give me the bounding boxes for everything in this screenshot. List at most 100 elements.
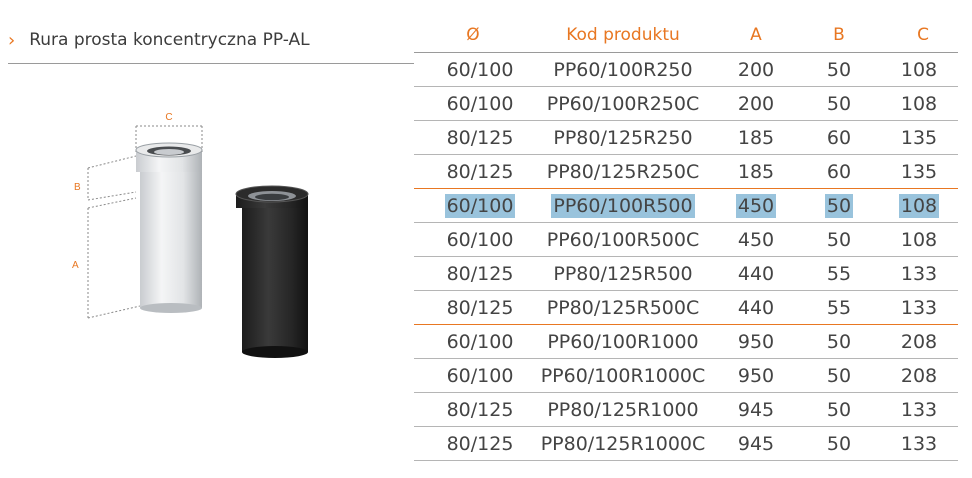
- cell-a: 200: [714, 87, 798, 120]
- cell-product-code-text: PP80/125R250: [553, 126, 693, 149]
- cell-diameter-text: 80/125: [446, 160, 514, 183]
- cell-b: 50: [798, 87, 880, 120]
- cell-a-text: 945: [737, 432, 775, 455]
- cell-c: 135: [880, 155, 958, 188]
- cell-a-text: 440: [737, 262, 775, 285]
- cell-a-text: 185: [737, 160, 775, 183]
- cell-a: 185: [714, 121, 798, 154]
- cell-diameter-text: 60/100: [446, 330, 514, 353]
- cell-diameter: 80/125: [414, 291, 532, 324]
- cell-product-code-text: PP60/100R1000: [547, 330, 699, 353]
- pipe-illustration: C B A: [72, 112, 309, 358]
- cell-a-text: 950: [737, 364, 775, 387]
- cell-product-code: PP60/100R1000: [532, 325, 714, 358]
- cell-product-code-text: PP60/100R250: [553, 58, 693, 81]
- cell-a: 950: [714, 359, 798, 392]
- cell-b-text: 50: [826, 58, 852, 81]
- cell-b-text: 50: [826, 330, 852, 353]
- cell-diameter: 80/125: [414, 121, 532, 154]
- table-row[interactable]: 60/100 PP60/100R250C 200 50 108: [414, 87, 958, 121]
- cell-product-code: PP60/100R500C: [532, 223, 714, 256]
- chevron-right-icon: ›: [8, 29, 16, 51]
- cell-c: 208: [880, 325, 958, 358]
- cell-diameter-text: 60/100: [446, 228, 514, 251]
- cell-b-text: 50: [826, 92, 852, 115]
- cell-diameter-text: 60/100: [446, 364, 514, 387]
- cell-a: 950: [714, 325, 798, 358]
- cell-b-text: 55: [826, 262, 852, 285]
- cell-diameter: 60/100: [414, 325, 532, 358]
- dimension-label-b: B: [74, 182, 81, 193]
- cell-diameter: 60/100: [414, 223, 532, 256]
- cell-b: 60: [798, 155, 880, 188]
- cell-b: 50: [798, 223, 880, 256]
- cell-b: 50: [798, 53, 880, 86]
- cell-a: 200: [714, 53, 798, 86]
- table-row[interactable]: 80/125 PP80/125R250 185 60 135: [414, 121, 958, 155]
- table-row[interactable]: 60/100 PP60/100R1000 950 50 208: [414, 325, 958, 359]
- cell-product-code: PP80/125R250: [532, 121, 714, 154]
- cell-product-code: PP60/100R500: [532, 189, 714, 222]
- table-row[interactable]: 80/125 PP80/125R1000C 945 50 133: [414, 427, 958, 461]
- table-row[interactable]: 60/100 PP60/100R500C 450 50 108: [414, 223, 958, 257]
- cell-b: 50: [798, 393, 880, 426]
- cell-diameter-text: 60/100: [446, 92, 514, 115]
- header-b: B: [833, 25, 845, 45]
- cell-product-code: PP80/125R500C: [532, 291, 714, 324]
- cell-a-text: 200: [737, 92, 775, 115]
- cell-b: 55: [798, 291, 880, 324]
- cell-c-text: 208: [900, 364, 938, 387]
- cell-c: 108: [880, 87, 958, 120]
- cell-b-text: 55: [826, 296, 852, 319]
- cell-c: 208: [880, 359, 958, 392]
- header-a: A: [750, 25, 762, 45]
- cell-c: 133: [880, 257, 958, 290]
- cell-diameter: 60/100: [414, 87, 532, 120]
- cell-product-code-text: PP80/125R500: [553, 262, 693, 285]
- cell-c-text: 108: [900, 228, 938, 251]
- cell-product-code: PP80/125R500: [532, 257, 714, 290]
- cell-c-text: 108: [900, 92, 938, 115]
- table-body: 60/100 PP60/100R250 200 50 108 60/100 PP60/100…: [414, 53, 958, 461]
- table-row[interactable]: 60/100 PP60/100R1000C 950 50 208: [414, 359, 958, 393]
- cell-diameter: 80/125: [414, 257, 532, 290]
- cell-b-text: 50: [826, 228, 852, 251]
- cell-diameter: 60/100: [414, 189, 532, 222]
- cell-b: 55: [798, 257, 880, 290]
- cell-b: 50: [798, 427, 880, 460]
- table-row[interactable]: 80/125 PP80/125R1000 945 50 133: [414, 393, 958, 427]
- cell-b-text: 60: [826, 126, 852, 149]
- cell-b: 50: [798, 325, 880, 358]
- cell-diameter-text: 60/100: [446, 58, 514, 81]
- cell-c-text: 133: [900, 432, 938, 455]
- cell-c-text: 133: [900, 398, 938, 421]
- table-row[interactable]: 60/100 PP60/100R250 200 50 108: [414, 53, 958, 87]
- black-pipe: [235, 185, 309, 358]
- cell-diameter-text: 80/125: [446, 296, 514, 319]
- cell-c: 135: [880, 121, 958, 154]
- cell-c-text: 108: [898, 193, 940, 218]
- cell-b-text: 60: [826, 160, 852, 183]
- table-row[interactable]: 80/125 PP80/125R250C 185 60 135: [414, 155, 958, 189]
- cell-c-text: 133: [900, 296, 938, 319]
- header-product-code: Kod produktu: [566, 25, 680, 45]
- cell-b: 50: [798, 359, 880, 392]
- product-title: › Rura prosta koncentryczna PP-AL: [8, 26, 310, 54]
- cell-product-code-text: PP60/100R500C: [546, 228, 700, 251]
- cell-product-code-text: PP80/125R500C: [546, 296, 700, 319]
- cell-product-code-text: PP60/100R250C: [546, 92, 700, 115]
- cell-c-text: 208: [900, 330, 938, 353]
- cell-diameter: 80/125: [414, 393, 532, 426]
- table-row[interactable]: 80/125 PP80/125R500C 440 55 133: [414, 291, 958, 325]
- cell-product-code-text: PP80/125R1000: [547, 398, 699, 421]
- cell-product-code: PP60/100R250C: [532, 87, 714, 120]
- cell-diameter-text: 80/125: [446, 398, 514, 421]
- cell-b: 50: [798, 189, 880, 222]
- cell-diameter: 80/125: [414, 155, 532, 188]
- cell-c-text: 135: [900, 160, 938, 183]
- product-title-text: Rura prosta koncentryczna PP-AL: [29, 30, 310, 50]
- table-row[interactable]: 80/125 PP80/125R500 440 55 133: [414, 257, 958, 291]
- cell-b-text: 50: [826, 432, 852, 455]
- table-row[interactable]: 60/100 PP60/100R500 450 50 108: [414, 189, 958, 223]
- cell-a: 185: [714, 155, 798, 188]
